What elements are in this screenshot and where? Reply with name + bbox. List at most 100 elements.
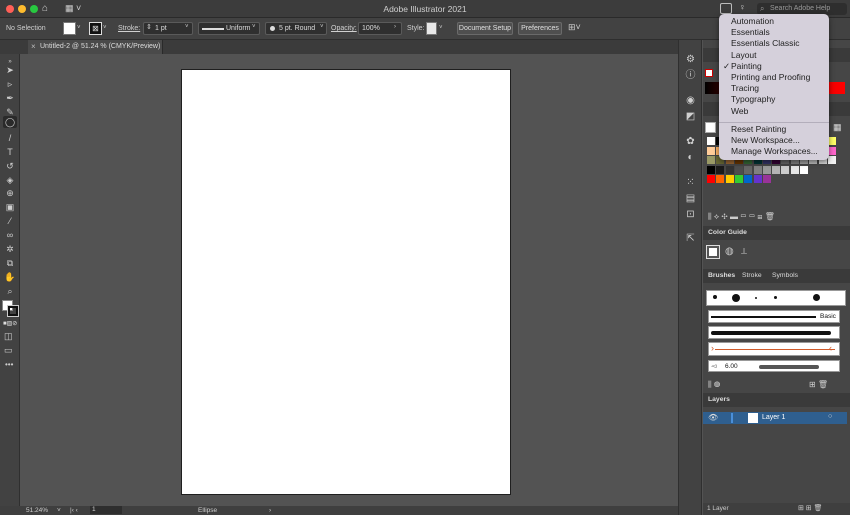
export-icon[interactable]: ⇱	[684, 233, 697, 245]
artboard-number-field[interactable]: 1	[90, 506, 122, 514]
layer-target-icon[interactable]: ○	[828, 413, 832, 420]
hand-tool-icon[interactable]: ✋	[3, 271, 17, 283]
artboard-nav-prev-icon[interactable]: |‹ ‹	[70, 507, 78, 514]
color-swatch[interactable]	[734, 175, 743, 183]
color-swatch[interactable]	[725, 175, 734, 183]
workspace-item-essentials[interactable]: Essentials	[731, 27, 770, 37]
eyedropper-tool-icon[interactable]: ⁄	[3, 215, 17, 227]
zoom-dropdown-icon[interactable]: ˅	[57, 507, 61, 514]
color-swatch[interactable]	[800, 165, 808, 174]
chevron-down-icon[interactable]: ˅	[185, 24, 189, 30]
brush-dot-2[interactable]	[774, 296, 777, 299]
edit-toolbar-icon[interactable]: •••	[5, 360, 13, 369]
stroke-label[interactable]: Stroke:	[118, 25, 140, 32]
workspace-action-manage-workspaces[interactable]: Manage Workspaces...	[731, 146, 818, 156]
pen-tool-icon[interactable]: ✒	[3, 92, 17, 104]
brush-dot-1[interactable]	[755, 297, 757, 299]
swatch-grid-view-icon[interactable]: ▦	[833, 122, 842, 133]
color-swatch[interactable]	[753, 165, 762, 174]
paintbrush-tool-icon[interactable]: /	[3, 132, 17, 144]
gradient-tool-icon[interactable]: ▣	[3, 201, 17, 213]
tab-symbols[interactable]: Symbols	[772, 269, 798, 283]
swatches-footer-icons[interactable]: ⫼ ⟡ ✣ ▬ ▭ ▭ ⊞ 🗑	[708, 212, 775, 222]
info-icon[interactable]: ⓘ	[684, 70, 697, 82]
brushes-footer-right-icons[interactable]: ⊞ 🗑	[809, 380, 828, 389]
brush-dot-3[interactable]	[713, 295, 717, 299]
chevron-down-icon[interactable]: ˅	[320, 24, 324, 30]
document-tab[interactable]: × Untitled-2 @ 51.24 % (CMYK/Preview)	[28, 40, 163, 54]
color-swatch[interactable]	[827, 146, 836, 155]
transform-icon[interactable]: ⊡	[684, 209, 697, 221]
brush-dot-4[interactable]	[813, 294, 820, 301]
graphic-style-swatch[interactable]	[426, 22, 437, 35]
rotate-tool-icon[interactable]: ↺	[3, 160, 17, 172]
type-tool-icon[interactable]: T	[3, 146, 17, 158]
color-wheel-icon[interactable]: ◍	[725, 246, 734, 257]
stroke-indicator[interactable]	[7, 305, 19, 317]
screen-mode-icon[interactable]: ▭	[4, 345, 13, 356]
workspace-item-typography[interactable]: Typography	[731, 94, 775, 104]
artboard[interactable]	[181, 69, 511, 495]
fill-color-swatch[interactable]	[63, 22, 76, 35]
symbol-sprayer-tool-icon[interactable]: ✲	[3, 243, 17, 255]
color-swatch[interactable]	[707, 165, 715, 174]
color-swatch[interactable]	[725, 165, 734, 174]
layers-footer-icons[interactable]: ⊞ ⊞ 🗑	[798, 504, 823, 512]
basic-brush-row[interactable]: Basic	[708, 310, 840, 323]
pathfinder-icon[interactable]: ▤	[684, 193, 697, 205]
align-icon[interactable]: ⁙	[684, 177, 697, 189]
tab-brushes[interactable]: Brushes	[708, 269, 735, 283]
eraser-tool-icon[interactable]: ◈	[3, 174, 17, 186]
style-dropdown-icon[interactable]: ˅	[439, 25, 443, 31]
chevron-right-icon[interactable]: ›	[394, 24, 396, 30]
workspace-item-automation[interactable]: Automation	[731, 16, 774, 26]
brush-definition-select[interactable]: 5 pt. Round ˅	[265, 22, 327, 35]
color-swatch[interactable]	[734, 165, 743, 174]
color-mode-icons[interactable]: ■▨⊘	[3, 320, 17, 327]
selection-tool-icon[interactable]: ➤	[3, 64, 17, 76]
workspace-item-painting[interactable]: Painting	[731, 61, 762, 71]
arrange-icon[interactable]: ⊞˅	[568, 22, 584, 34]
color-swatch[interactable]	[790, 165, 799, 174]
ellipse-tool-icon[interactable]: ◯	[3, 116, 17, 128]
arrow-brush-row[interactable]: › ‹	[708, 342, 840, 356]
brush-size-row[interactable]: ◅ 6.00	[708, 360, 840, 372]
workspace-item-layout[interactable]: Layout	[731, 50, 757, 60]
color-swatch[interactable]	[707, 156, 715, 164]
workspace-item-tracing[interactable]: Tracing	[731, 83, 759, 93]
layer-row[interactable]: 👁 Layer 1 ○	[703, 412, 847, 424]
draw-mode-icon[interactable]: ◫	[4, 331, 13, 342]
stroke-color-swatch[interactable]: ⊠	[89, 22, 102, 35]
shape-builder-tool-icon[interactable]: ⊕	[3, 187, 17, 199]
status-arrow-icon[interactable]: ›	[269, 507, 271, 514]
color-swatch[interactable]	[744, 175, 753, 183]
color-swatch[interactable]	[762, 165, 771, 174]
color-swatch[interactable]	[707, 146, 715, 155]
stroke-dropdown-icon[interactable]: ˅	[103, 25, 107, 31]
document-setup-button[interactable]: Document Setup	[457, 22, 513, 35]
color-guide-panel-header[interactable]: Color Guide	[703, 226, 850, 240]
layers-panel-header[interactable]: Layers	[703, 393, 850, 407]
color-swatch[interactable]	[753, 175, 762, 183]
transparency-icon[interactable]: ◐	[684, 152, 697, 164]
image-trace-icon[interactable]: ◩	[684, 111, 697, 123]
preferences-button[interactable]: Preferences	[518, 22, 562, 35]
appearance-icon[interactable]: ◉	[684, 95, 697, 107]
charcoal-brush-row[interactable]	[708, 326, 840, 339]
workspace-item-web[interactable]: Web	[731, 106, 748, 116]
opacity-label[interactable]: Opacity:	[331, 25, 357, 32]
workspace-item-essentials-classic[interactable]: Essentials Classic	[731, 38, 800, 48]
color-swatch[interactable]	[716, 175, 725, 183]
zoom-tool-icon[interactable]: ⌕	[3, 285, 17, 297]
properties-gear-icon[interactable]: ⚙	[684, 54, 697, 66]
chevron-down-icon[interactable]: ˅	[252, 24, 256, 30]
direct-selection-tool-icon[interactable]: ▹	[3, 78, 17, 90]
blend-tool-icon[interactable]: ∞	[3, 229, 17, 241]
fill-dropdown-icon[interactable]: ˅	[77, 25, 81, 31]
opacity-field[interactable]: 100% ›	[358, 22, 402, 35]
workspace-action-reset-painting[interactable]: Reset Painting	[731, 124, 786, 134]
swatch-fill-indicator[interactable]	[705, 122, 716, 133]
color-swatch[interactable]	[772, 165, 781, 174]
zoom-level[interactable]: 51.24%	[26, 507, 48, 514]
harmony-rules-icon[interactable]: ⟂	[741, 246, 747, 257]
